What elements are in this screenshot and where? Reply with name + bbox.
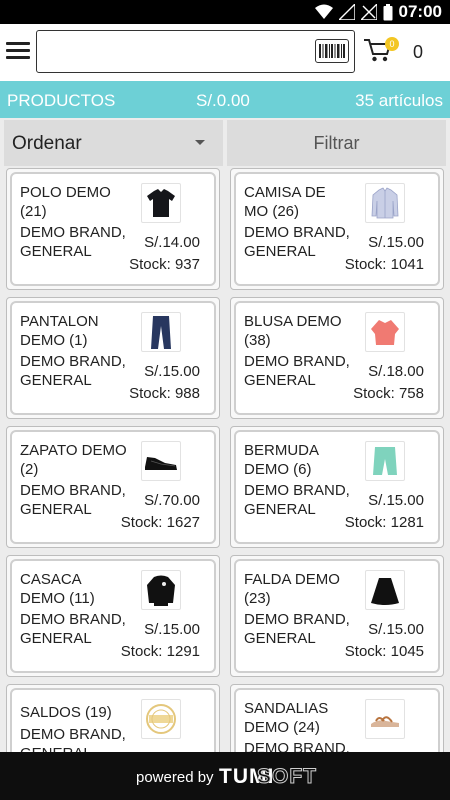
- cart-count: 0: [413, 42, 424, 62]
- app-bar: 0 0: [0, 24, 450, 81]
- product-stock: Stock: 758: [353, 385, 424, 402]
- footer-banner: powered by TUMI SOFT: [0, 752, 450, 800]
- sandal-icon: [365, 699, 405, 739]
- product-name: BLUSA DEMO (38): [244, 313, 342, 349]
- product-name: CASACA DEMO (11): [20, 571, 95, 607]
- product-name: SANDALIAS DEMO (24): [244, 700, 329, 736]
- product-name: ZAPATO DEMO (2): [20, 442, 127, 478]
- product-price: S/.14.00: [144, 234, 200, 251]
- shoe-icon: [141, 441, 181, 481]
- product-brand: DEMO BRAND, GENERAL: [20, 482, 126, 518]
- product-name: PANTALON DEMO (1): [20, 313, 99, 349]
- sale-badge-icon: [141, 699, 181, 739]
- cart-button[interactable]: 0: [363, 37, 399, 69]
- product-price: S/.15.00: [368, 621, 424, 638]
- product-brand: DEMO BRAND, GENERAL: [20, 726, 126, 752]
- product-grid: POLO DEMO (21) DEMO BRAND, GENERAL S/.14…: [6, 168, 444, 752]
- search-field[interactable]: [36, 30, 355, 73]
- product-stock: Stock: 1045: [344, 643, 424, 660]
- product-price: S/.18.00: [368, 363, 424, 380]
- product-card[interactable]: SALDOS (19) DEMO BRAND, GENERAL: [6, 684, 220, 752]
- status-time: 07:00: [398, 2, 442, 21]
- blouse-icon: [365, 312, 405, 352]
- product-price: S/.15.00: [144, 363, 200, 380]
- product-card[interactable]: BLUSA DEMO (38) DEMO BRAND, GENERAL S/.1…: [230, 297, 444, 419]
- item-count: 35 artículos: [355, 91, 443, 110]
- dress-shirt-icon: [365, 183, 405, 223]
- product-brand: DEMO BRAND, GENERAL: [244, 482, 350, 518]
- sort-dropdown[interactable]: Ordenar: [4, 120, 223, 166]
- sort-label: Ordenar: [12, 133, 82, 154]
- product-brand: DEMO BRAND, GENERAL: [244, 740, 350, 752]
- cart-badge: 0: [385, 37, 399, 51]
- jacket-icon: [141, 570, 181, 610]
- search-input[interactable]: [45, 31, 315, 71]
- product-name: FALDA DEMO (23): [244, 571, 340, 607]
- product-brand: DEMO BRAND, GENERAL: [20, 353, 126, 389]
- barcode-scan-button[interactable]: [315, 39, 349, 63]
- product-stock: Stock: 988: [129, 385, 200, 402]
- barcode-icon: [319, 44, 345, 58]
- signal-off-icon: [360, 4, 377, 20]
- product-card[interactable]: BERMUDA DEMO (6) DEMO BRAND, GENERAL S/.…: [230, 426, 444, 548]
- product-card[interactable]: CAMISA DE MO (26) DEMO BRAND, GENERAL S/…: [230, 168, 444, 290]
- product-name: POLO DEMO (21): [20, 184, 111, 220]
- product-price: S/.15.00: [144, 621, 200, 638]
- polo-shirt-icon: [141, 183, 181, 223]
- product-card[interactable]: SANDALIAS DEMO (24) DEMO BRAND, GENERAL: [230, 684, 444, 752]
- powered-by-label: powered by: [136, 769, 214, 786]
- product-stock: Stock: 1041: [344, 256, 424, 273]
- shorts-icon: [365, 441, 405, 481]
- summary-bar: PRODUCTOS S/.0.00 35 artículos: [0, 81, 450, 118]
- section-title: PRODUCTOS: [7, 91, 116, 110]
- battery-icon: [383, 3, 393, 20]
- wifi-icon: [314, 4, 333, 19]
- status-bar: 07:00: [0, 0, 450, 24]
- filter-label: Filtrar: [313, 133, 360, 153]
- product-card[interactable]: POLO DEMO (21) DEMO BRAND, GENERAL S/.14…: [6, 168, 220, 290]
- product-card[interactable]: FALDA DEMO (23) DEMO BRAND, GENERAL S/.1…: [230, 555, 444, 677]
- product-card[interactable]: CASACA DEMO (11) DEMO BRAND, GENERAL S/.…: [6, 555, 220, 677]
- product-name: BERMUDA DEMO (6): [244, 442, 319, 478]
- signal-icon: [338, 4, 355, 20]
- jeans-icon: [141, 312, 181, 352]
- product-name: CAMISA DE MO (26): [244, 184, 326, 220]
- product-price: S/.15.00: [368, 234, 424, 251]
- product-price: S/.70.00: [144, 492, 200, 509]
- product-brand: DEMO BRAND, GENERAL: [244, 353, 350, 389]
- dropdown-caret-icon: [195, 140, 205, 145]
- product-stock: Stock: 1281: [344, 514, 424, 531]
- product-brand: DEMO BRAND, GENERAL: [20, 611, 126, 647]
- product-name: SALDOS (19): [20, 704, 112, 721]
- skirt-icon: [365, 570, 405, 610]
- hamburger-menu-icon[interactable]: [6, 42, 30, 62]
- product-card[interactable]: ZAPATO DEMO (2) DEMO BRAND, GENERAL S/.7…: [6, 426, 220, 548]
- product-brand: DEMO BRAND, GENERAL: [244, 224, 350, 260]
- product-stock: Stock: 1627: [120, 514, 200, 531]
- brand-logo-part2: SOFT: [257, 765, 317, 789]
- cart-total: S/.0.00: [196, 91, 250, 110]
- product-stock: Stock: 937: [129, 256, 200, 273]
- product-price: S/.15.00: [368, 492, 424, 509]
- product-brand: DEMO BRAND, GENERAL: [20, 224, 126, 260]
- product-card[interactable]: PANTALON DEMO (1) DEMO BRAND, GENERAL S/…: [6, 297, 220, 419]
- filter-button[interactable]: Filtrar: [227, 120, 446, 166]
- product-brand: DEMO BRAND, GENERAL: [244, 611, 350, 647]
- product-stock: Stock: 1291: [120, 643, 200, 660]
